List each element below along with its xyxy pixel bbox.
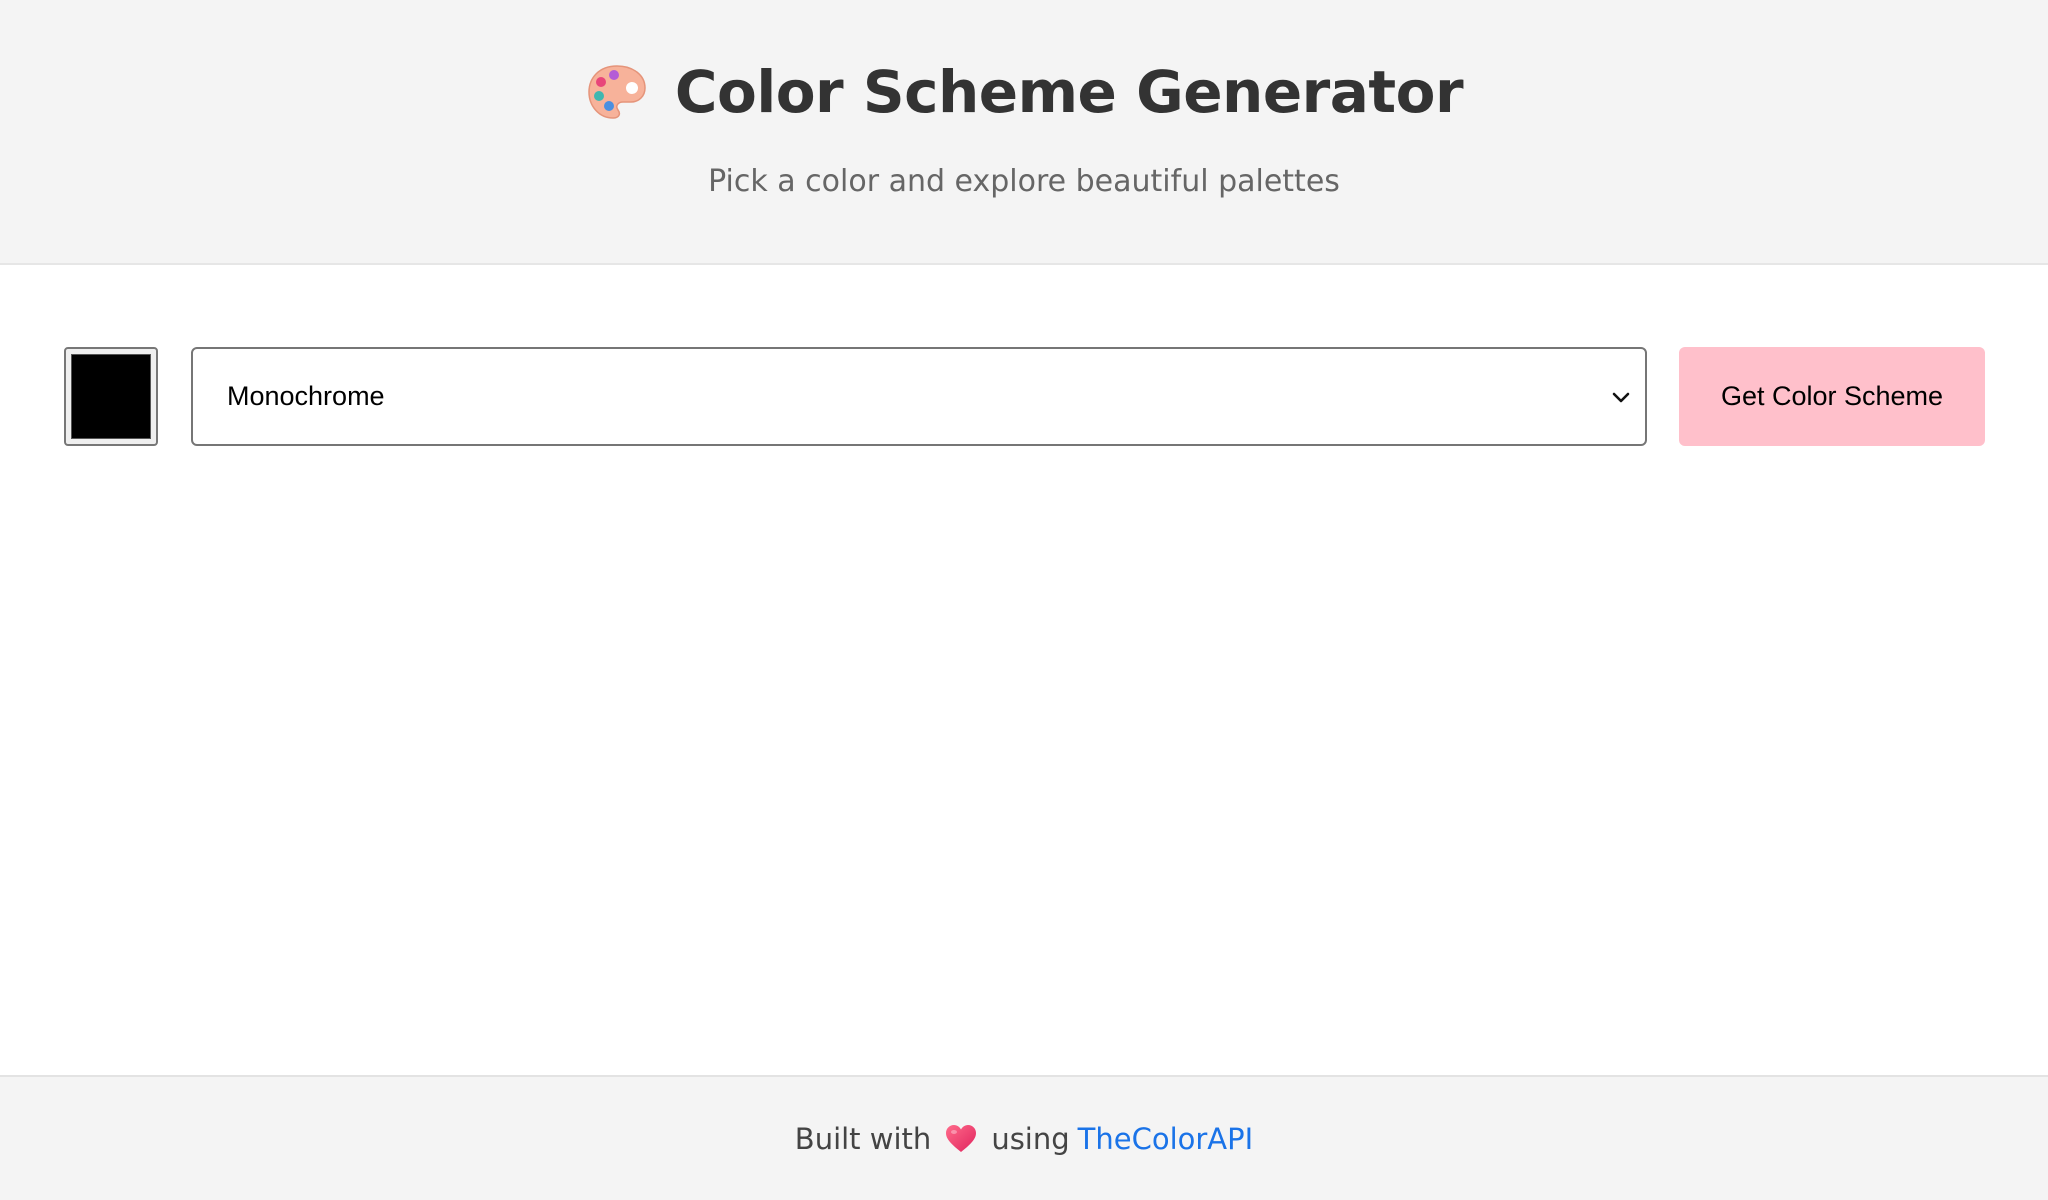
color-picker-swatch [71, 354, 151, 439]
title-row: Color Scheme Generator [0, 52, 2048, 132]
color-picker[interactable] [64, 347, 158, 446]
page-footer: Built with using TheColorAPI [0, 1075, 2048, 1200]
page: Color Scheme Generator Pick a color and … [0, 0, 2048, 1200]
footer-middle-text: using [991, 1121, 1070, 1156]
page-title: Color Scheme Generator [674, 58, 1464, 126]
heart-icon [946, 1124, 977, 1152]
footer-prefix-text: Built with [794, 1121, 932, 1156]
get-color-scheme-button[interactable]: Get Color Scheme [1679, 347, 1985, 446]
chevron-down-icon [1612, 392, 1630, 403]
page-header: Color Scheme Generator Pick a color and … [0, 0, 2048, 265]
scheme-mode-selected-value: Monochrome [227, 381, 385, 411]
page-subtitle: Pick a color and explore beautiful palet… [708, 164, 1340, 199]
footer-credit: Built with using TheColorAPI [0, 1077, 2048, 1200]
scheme-mode-select[interactable]: Monochrome [191, 347, 1647, 446]
thecolorapi-link[interactable]: TheColorAPI [1078, 1122, 1254, 1156]
palette-icon [588, 65, 646, 119]
